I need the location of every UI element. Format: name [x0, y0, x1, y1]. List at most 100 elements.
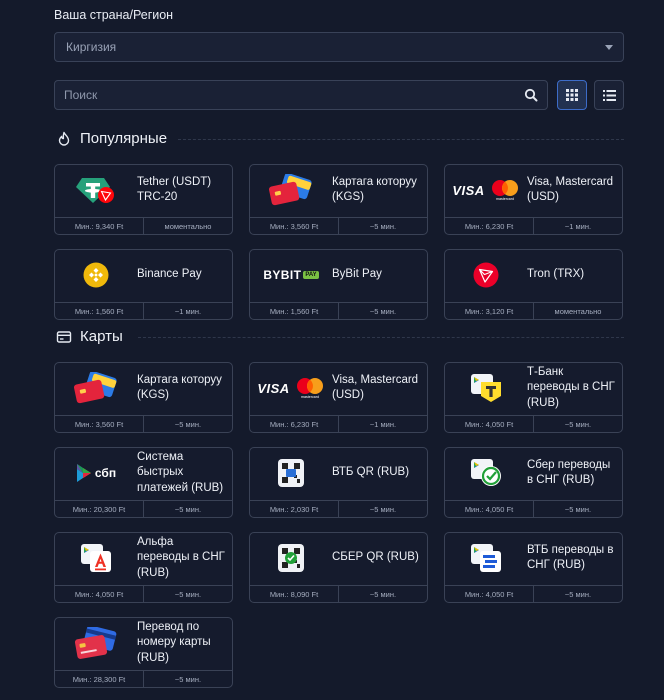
processing-time: ~1 мин.	[564, 221, 592, 231]
payment-card-sber-qr[interactable]: СБЕР QR (RUB) Мин.: 8,090 Ft ~5 мин.	[249, 532, 428, 603]
list-view-button[interactable]	[594, 80, 624, 110]
payment-method-name: ВТБ переводы в СНГ (RUB)	[527, 543, 614, 572]
min-amount: Мин.: 4,050 Ft	[445, 586, 534, 602]
card-top: Tron (TRX)	[445, 250, 622, 300]
payment-method-name: Т-Банк переводы в СНГ (RUB)	[527, 365, 615, 409]
card-icon	[56, 330, 72, 343]
visa-logo: VISA	[452, 182, 485, 198]
processing-time: ~5 мин.	[564, 589, 592, 599]
min-amount: Мин.: 1,560 Ft	[250, 303, 339, 319]
card-top: VISA mastercard Visa, Mastercard (USD)	[445, 165, 622, 215]
grid-view-button[interactable]	[557, 80, 587, 110]
sbp-icon: сбп	[55, 448, 137, 498]
processing-time: ~1 мин.	[369, 419, 397, 429]
payment-card-bybit-pay[interactable]: BYBIT PAY ByBit Pay Мин.: 1,560 Ft ~5 ми…	[249, 249, 428, 320]
payment-card-kgs[interactable]: Картага которуу (KGS) Мин.: 3,560 Ft ~5 …	[54, 362, 233, 433]
mastercard-logo: mastercard	[296, 378, 323, 399]
qr-sber-icon	[250, 533, 332, 583]
payment-card-tether-trc20[interactable]: Tether (USDT) TRC-20 Мин.: 9,340 Ft моме…	[54, 164, 233, 235]
section-popular-label: Популярные	[80, 130, 168, 147]
tron-icon	[445, 250, 527, 300]
payment-method-name: Картага которуу (KGS)	[332, 175, 417, 204]
min-amount: Мин.: 4,050 Ft	[55, 586, 144, 602]
card-footer: Мин.: 8,090 Ft ~5 мин.	[250, 585, 427, 602]
card-footer: Мин.: 4,050 Ft ~5 мин.	[55, 585, 232, 602]
payment-card-kgs[interactable]: Картага которуу (KGS) Мин.: 3,560 Ft ~5 …	[249, 164, 428, 235]
min-amount: Мин.: 6,230 Ft	[445, 218, 534, 234]
payment-method-name: ВТБ QR (RUB)	[332, 466, 410, 479]
card-footer: Мин.: 3,120 Ft моментально	[445, 302, 622, 319]
payment-card-card-number[interactable]: Перевод по номеру карты (RUB) Мин.: 28,3…	[54, 617, 233, 688]
svg-text:mastercard: mastercard	[496, 197, 514, 201]
card-top: СБЕР QR (RUB)	[250, 533, 427, 583]
section-divider	[178, 139, 624, 140]
tether-trc20-icon	[55, 165, 137, 215]
section-divider	[138, 337, 624, 338]
payment-method-name: Сбер переводы в СНГ (RUB)	[527, 458, 611, 487]
tbank-icon	[445, 363, 527, 413]
payment-method-name: Система быстрых платежей (RUB)	[137, 450, 224, 494]
card-footer: Мин.: 4,050 Ft ~5 мин.	[445, 585, 622, 602]
payment-method-name: Альфа переводы в СНГ (RUB)	[137, 535, 225, 579]
card-footer: Мин.: 6,230 Ft ~1 мин.	[445, 217, 622, 234]
fire-icon	[58, 131, 70, 146]
region-select-value: Киргизия	[66, 40, 117, 54]
processing-time: ~5 мин.	[369, 221, 397, 231]
payment-method-name: Перевод по номеру карты (RUB)	[137, 620, 211, 664]
card-footer: Мин.: 3,560 Ft ~5 мин.	[250, 217, 427, 234]
search-icon[interactable]	[524, 88, 538, 102]
processing-time: ~1 мин.	[174, 306, 202, 316]
min-amount: Мин.: 9,340 Ft	[55, 218, 144, 234]
mastercard-logo: mastercard	[491, 180, 518, 201]
payment-card-tron[interactable]: Tron (TRX) Мин.: 3,120 Ft моментально	[444, 249, 623, 320]
card-footer: Мин.: 4,050 Ft ~5 мин.	[445, 415, 622, 432]
min-amount: Мин.: 2,030 Ft	[250, 501, 339, 517]
processing-time: ~5 мин.	[174, 589, 202, 599]
payment-method-name: Картага которуу (KGS)	[137, 373, 222, 402]
payment-card-vtb-transfer[interactable]: ВТБ переводы в СНГ (RUB) Мин.: 4,050 Ft …	[444, 532, 623, 603]
bank-cards-icon	[55, 363, 137, 413]
card-top: ВТБ переводы в СНГ (RUB)	[445, 533, 622, 583]
binance-icon	[55, 250, 137, 300]
processing-time: моментально	[554, 306, 602, 316]
card-footer: Мин.: 1,560 Ft ~5 мин.	[250, 302, 427, 319]
section-cards-title: Карты	[56, 328, 123, 345]
card-top: Tether (USDT) TRC-20	[55, 165, 232, 215]
min-amount: Мин.: 3,120 Ft	[445, 303, 534, 319]
payment-method-name: ByBit Pay	[332, 268, 382, 281]
card-footer: Мин.: 20,300 Ft ~5 мин.	[55, 500, 232, 517]
min-amount: Мин.: 3,560 Ft	[250, 218, 339, 234]
payment-card-tbank[interactable]: Т-Банк переводы в СНГ (RUB) Мин.: 4,050 …	[444, 362, 623, 433]
region-select[interactable]: Киргизия	[54, 32, 624, 62]
min-amount: Мин.: 20,300 Ft	[55, 501, 144, 517]
card-top: VISA mastercard Visa, Mastercard (USD)	[250, 363, 427, 413]
search-input[interactable]	[64, 88, 518, 102]
card-top: Картага которуу (KGS)	[250, 165, 427, 215]
payment-method-name: Tron (TRX)	[527, 268, 585, 281]
processing-time: моментально	[164, 221, 212, 231]
visa-logo: VISA	[257, 380, 290, 396]
processing-time: ~5 мин.	[174, 504, 202, 514]
payment-method-name: Binance Pay	[137, 268, 202, 281]
payment-card-visa-mastercard[interactable]: VISA mastercard Visa, Mastercard (USD) М…	[249, 362, 428, 433]
min-amount: Мин.: 6,230 Ft	[250, 416, 339, 432]
payment-card-sbp[interactable]: сбп Система быстрых платежей (RUB) Мин.:…	[54, 447, 233, 518]
card-top: BYBIT PAY ByBit Pay	[250, 250, 427, 300]
payment-card-visa-mastercard[interactable]: VISA mastercard Visa, Mastercard (USD) М…	[444, 164, 623, 235]
processing-time: ~5 мин.	[369, 306, 397, 316]
payment-method-name: Visa, Mastercard (USD)	[332, 373, 419, 402]
svg-text:mastercard: mastercard	[301, 395, 319, 399]
min-amount: Мин.: 1,560 Ft	[55, 303, 144, 319]
payment-card-alfa[interactable]: Альфа переводы в СНГ (RUB) Мин.: 4,050 F…	[54, 532, 233, 603]
card-top: Binance Pay	[55, 250, 232, 300]
qr-vtb-icon	[250, 448, 332, 498]
payment-card-sber-transfer[interactable]: Сбер переводы в СНГ (RUB) Мин.: 4,050 Ft…	[444, 447, 623, 518]
vtb-transfer-icon	[445, 533, 527, 583]
payment-card-binance-pay[interactable]: Binance Pay Мин.: 1,560 Ft ~1 мин.	[54, 249, 233, 320]
card-footer: Мин.: 1,560 Ft ~1 мин.	[55, 302, 232, 319]
processing-time: ~5 мин.	[174, 419, 202, 429]
payment-method-name: Visa, Mastercard (USD)	[527, 175, 614, 204]
payment-card-vtb-qr[interactable]: ВТБ QR (RUB) Мин.: 2,030 Ft ~5 мин.	[249, 447, 428, 518]
min-amount: Мин.: 3,560 Ft	[55, 416, 144, 432]
section-cards-label: Карты	[80, 328, 123, 345]
